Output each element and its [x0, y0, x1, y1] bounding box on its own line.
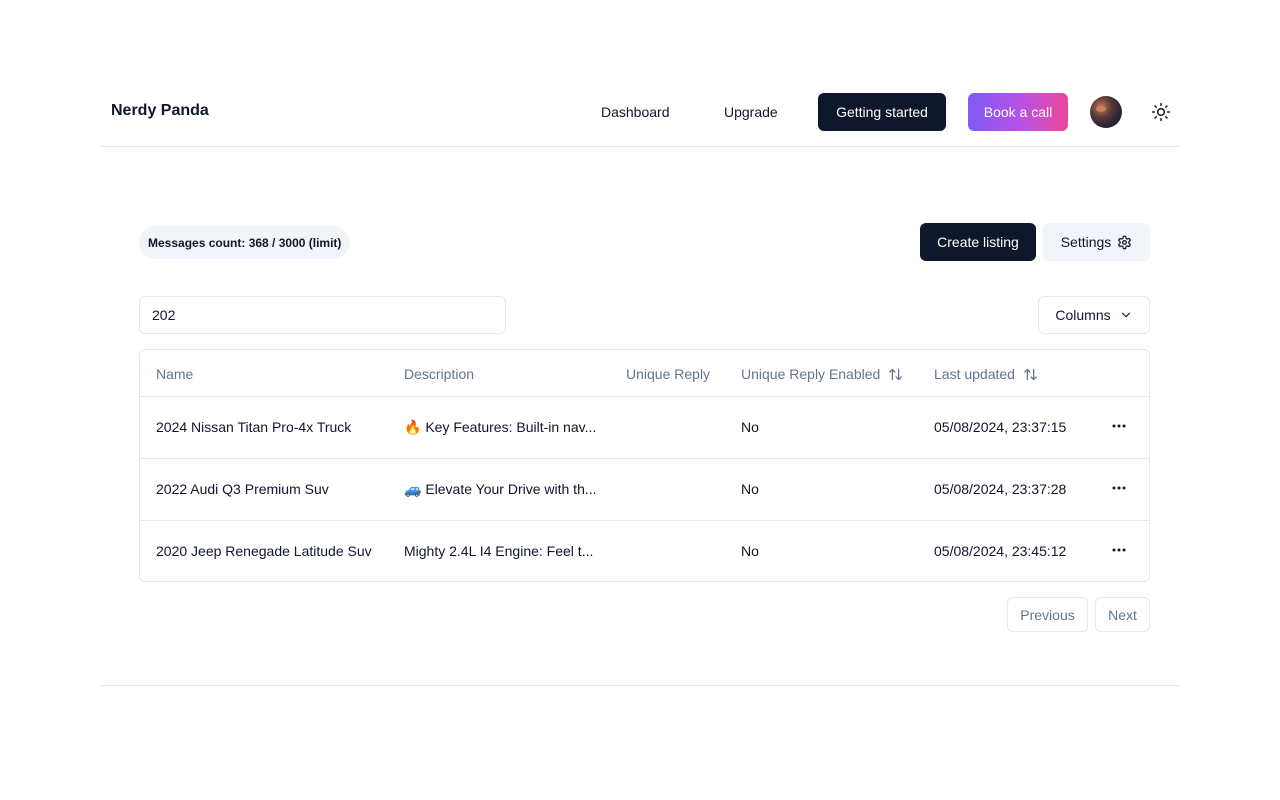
- more-horizontal-icon[interactable]: [1108, 477, 1130, 499]
- previous-page-button[interactable]: Previous: [1007, 597, 1088, 632]
- sun-icon[interactable]: [1150, 101, 1172, 123]
- listings-table: Name Description Unique Reply Unique Rep…: [139, 349, 1150, 582]
- cell-last-updated: 05/08/2024, 23:37:28: [934, 481, 1067, 497]
- cell-description: Mighty 2.4L I4 Engine: Feel t...: [404, 543, 594, 559]
- search-input[interactable]: [139, 296, 506, 334]
- table-row[interactable]: 2022 Audi Q3 Premium Suv 🚙 Elevate Your …: [140, 459, 1149, 521]
- cell-unique-reply-enabled: No: [741, 481, 759, 497]
- create-listing-button[interactable]: Create listing: [920, 223, 1036, 261]
- settings-button[interactable]: Settings: [1043, 223, 1150, 261]
- column-header-unique-reply: Unique Reply: [626, 366, 711, 382]
- column-header-description: Description: [404, 366, 475, 382]
- cell-name: 2024 Nissan Titan Pro-4x Truck: [156, 419, 352, 435]
- next-page-button[interactable]: Next: [1095, 597, 1150, 632]
- gear-icon: [1117, 235, 1132, 250]
- arrow-up-down-icon: [888, 367, 903, 382]
- user-avatar[interactable]: [1090, 96, 1122, 128]
- columns-label: Columns: [1055, 307, 1111, 323]
- cell-name: 2022 Audi Q3 Premium Suv: [156, 481, 329, 497]
- arrow-up-down-icon: [1023, 367, 1038, 382]
- table-header: Name Description Unique Reply Unique Rep…: [140, 350, 1149, 397]
- column-header-unique-reply-enabled[interactable]: Unique Reply Enabled: [741, 366, 903, 382]
- book-call-button[interactable]: Book a call: [968, 93, 1068, 131]
- chevron-down-icon: [1119, 308, 1133, 322]
- cell-last-updated: 05/08/2024, 23:45:12: [934, 543, 1067, 559]
- cell-unique-reply-enabled: No: [741, 419, 759, 435]
- cell-unique-reply-enabled: No: [741, 543, 759, 559]
- nav-dashboard[interactable]: Dashboard: [601, 104, 670, 120]
- top-navbar: Nerdy Panda Dashboard Upgrade Getting st…: [100, 76, 1180, 147]
- cell-description: 🔥 Key Features: Built-in nav...: [404, 419, 597, 435]
- settings-label: Settings: [1060, 234, 1112, 250]
- table-row[interactable]: 2020 Jeep Renegade Latitude Suv Mighty 2…: [140, 521, 1149, 581]
- cell-description: 🚙 Elevate Your Drive with th...: [404, 481, 597, 497]
- column-header-name: Name: [156, 366, 194, 382]
- nav-upgrade[interactable]: Upgrade: [724, 104, 778, 120]
- more-horizontal-icon[interactable]: [1108, 539, 1130, 561]
- getting-started-button[interactable]: Getting started: [818, 93, 946, 131]
- cell-name: 2020 Jeep Renegade Latitude Suv: [156, 543, 372, 559]
- footer-divider: [100, 685, 1180, 686]
- more-horizontal-icon[interactable]: [1108, 415, 1130, 437]
- column-header-last-updated[interactable]: Last updated: [934, 366, 1038, 382]
- messages-count-badge: Messages count: 368 / 3000 (limit): [139, 226, 351, 259]
- columns-dropdown-button[interactable]: Columns: [1038, 296, 1150, 334]
- table-row[interactable]: 2024 Nissan Titan Pro-4x Truck 🔥 Key Fea…: [140, 397, 1149, 459]
- brand-logo[interactable]: Nerdy Panda: [111, 102, 209, 120]
- cell-last-updated: 05/08/2024, 23:37:15: [934, 419, 1067, 435]
